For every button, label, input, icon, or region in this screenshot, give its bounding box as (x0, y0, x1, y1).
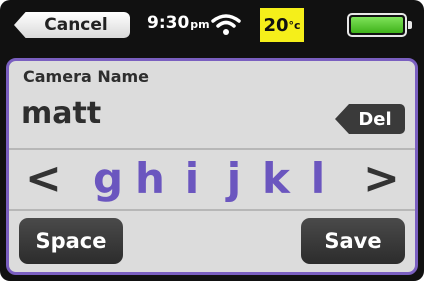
field-label: Camera Name (23, 67, 150, 86)
prev-letters-button[interactable]: < (25, 155, 62, 203)
battery-icon (347, 13, 412, 37)
divider (9, 148, 415, 150)
letter-key[interactable]: g (87, 155, 129, 203)
letter-picker: < g h i j k l > (9, 151, 415, 207)
letter-key[interactable]: k (255, 155, 297, 203)
temperature-unit: °c (288, 18, 301, 32)
next-letters-button[interactable]: > (363, 155, 400, 203)
device-screen: Cancel 9:30pm 20 °c Camera Name matt Del … (0, 0, 424, 281)
status-bar: Cancel 9:30pm 20 °c (0, 0, 424, 50)
save-button[interactable]: Save (301, 218, 405, 264)
battery-fill (351, 17, 403, 33)
clock-ampm: pm (190, 18, 210, 31)
wifi-icon (211, 14, 241, 35)
letter-key[interactable]: l (297, 155, 339, 203)
name-value[interactable]: matt (21, 96, 101, 131)
action-bar: Space Save (9, 210, 415, 272)
delete-button[interactable]: Del (335, 104, 405, 134)
cancel-button[interactable]: Cancel (14, 12, 130, 38)
letters-row: g h i j k l (87, 155, 339, 203)
battery-tip (408, 21, 412, 29)
space-button[interactable]: Space (19, 218, 123, 264)
letter-key[interactable]: i (171, 155, 213, 203)
name-editor-panel: Camera Name matt Del < g h i j k l > Spa… (6, 58, 418, 275)
clock: 9:30pm (147, 13, 210, 33)
temperature-value: 20 (263, 14, 289, 36)
clock-time: 9:30 (147, 13, 190, 33)
temperature-badge: 20 °c (260, 8, 304, 42)
letter-key[interactable]: h (129, 155, 171, 203)
letter-key[interactable]: j (213, 155, 255, 203)
